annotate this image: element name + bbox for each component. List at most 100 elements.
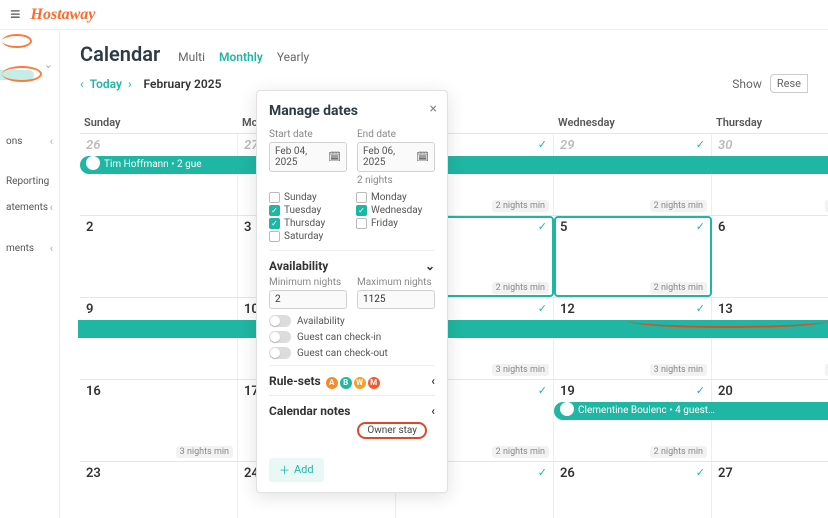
day-number: 16 — [86, 384, 231, 399]
checkbox-label: Tuesday — [284, 205, 321, 216]
toggle-row[interactable]: Guest can check-out — [269, 347, 435, 359]
calendar-cell[interactable]: 23 — [80, 462, 238, 518]
brand-logo: Hostaway — [31, 6, 96, 24]
rulesets-head[interactable]: Rule-sets ABWM ‹ — [269, 365, 435, 389]
left-nav: ⌄ ons‹ Reporting atements‹ ments‹ — [0, 30, 60, 518]
calendar-cell[interactable]: 2 — [80, 216, 238, 297]
day-number: 19 — [560, 384, 705, 399]
day-number: 6 — [718, 220, 828, 235]
calendar-cell[interactable]: 12✓3 nights min — [554, 298, 712, 379]
calendar-cell[interactable]: 26✓ — [554, 462, 712, 518]
nav-item[interactable]: ons‹ — [0, 131, 59, 152]
tab-monthly[interactable]: Monthly — [219, 50, 263, 64]
checkbox-icon — [356, 218, 367, 229]
hamburger-icon[interactable]: ≡ — [10, 4, 21, 25]
start-date-label: Start date — [269, 129, 347, 140]
toggle-label: Guest can check-in — [297, 332, 381, 343]
avatar — [560, 402, 574, 416]
min-nights-badge: 3 nights min — [650, 364, 707, 376]
max-nights-label: Maximum nights — [357, 277, 435, 288]
toggle-label: Availability — [297, 316, 345, 327]
calendar-cell[interactable]: 9 — [80, 298, 238, 379]
toggle-switch[interactable] — [269, 315, 291, 327]
calendar-cell[interactable]: 20✓2 night — [712, 380, 828, 461]
day-number: 27 — [718, 466, 828, 481]
calendar-cell[interactable]: 5✓ 2 nights min — [554, 216, 712, 297]
calendar-cell[interactable]: 26Tim Hoffmann • 2 gue — [80, 134, 238, 215]
end-date-label: End date — [357, 129, 435, 140]
calendar-cell[interactable]: 6✓2 night — [712, 216, 828, 297]
calendar-notes-head[interactable]: Calendar notes ‹ — [269, 395, 435, 418]
check-icon: ✓ — [696, 466, 705, 479]
checkbox-label: Saturday — [284, 231, 323, 242]
booking-bar[interactable]: Clementine Boulenc • 4 guest… — [554, 402, 828, 420]
calendar-cell[interactable]: 16 3 nights min — [80, 380, 238, 461]
rule-chip: M — [368, 377, 380, 389]
checkbox-label: Thursday — [284, 218, 325, 229]
chevron-left-icon[interactable]: ‹ — [80, 77, 84, 91]
day-checkbox[interactable]: Sunday — [269, 192, 348, 203]
checkbox-icon: ✓ — [269, 205, 280, 216]
day-checkbox[interactable]: Monday — [356, 192, 435, 203]
day-number: 2 — [86, 220, 231, 235]
min-nights-badge: 3 nights min — [176, 446, 233, 458]
toggle-row[interactable]: Guest can check-in — [269, 331, 435, 343]
day-number: 30 — [718, 138, 828, 153]
page-title: Calendar — [80, 42, 160, 66]
day-checkbox[interactable]: Saturday — [269, 231, 348, 242]
min-nights-badge: 2 nights min — [650, 446, 707, 458]
owner-stay-tag[interactable]: Owner stay — [357, 422, 427, 439]
day-number: 20 — [718, 384, 828, 399]
toggle-switch[interactable] — [269, 347, 291, 359]
today-link[interactable]: Today — [90, 77, 122, 91]
chevron-left-icon: ‹ — [431, 404, 435, 418]
close-icon[interactable]: × — [430, 101, 437, 117]
day-checkbox[interactable]: Friday — [356, 218, 435, 229]
day-checkbox[interactable]: ✓ Thursday — [269, 218, 348, 229]
day-number: 12 — [560, 302, 705, 317]
nav-item[interactable]: atements‹ — [0, 197, 59, 218]
start-date-input[interactable]: Feb 04, 2025🗓 — [269, 142, 347, 172]
chevron-right-icon[interactable]: › — [128, 77, 132, 91]
day-header: Thursday — [712, 116, 828, 129]
rule-chip: W — [354, 377, 366, 389]
add-button[interactable]: ＋ Add — [269, 458, 324, 482]
day-checkbox[interactable]: ✓ Tuesday — [269, 205, 348, 216]
calendar-cell[interactable]: 19✓2 nights minClementine Boulenc • 4 gu… — [554, 380, 712, 461]
checkbox-label: Friday — [371, 218, 398, 229]
min-nights-input[interactable]: 2 — [269, 290, 347, 309]
nav-item[interactable]: ments‹ — [0, 238, 59, 259]
checkbox-label: Monday — [371, 192, 407, 203]
calendar-cell[interactable]: 27✓ — [712, 462, 828, 518]
check-icon: ✓ — [696, 220, 705, 233]
booking-bar[interactable]: Tim Hoffmann • 2 gue — [80, 156, 828, 174]
availability-head[interactable]: Availability⌄ — [269, 250, 435, 273]
max-nights-input[interactable]: 1125 — [357, 290, 435, 309]
check-icon: ✓ — [538, 302, 547, 315]
checkbox-label: Sunday — [284, 192, 317, 203]
min-nights-label: Minimum nights — [269, 277, 347, 288]
day-number: 5 — [560, 220, 705, 235]
day-number: 23 — [86, 466, 231, 481]
toggle-row[interactable]: Availability — [269, 315, 435, 327]
day-number: 9 — [86, 302, 231, 317]
min-nights-badge: 2 nights min — [650, 282, 707, 294]
day-checkbox[interactable]: ✓Wednesday — [356, 205, 435, 216]
day-number: 26 — [86, 138, 231, 153]
chevron-left-icon: ‹ — [431, 374, 435, 388]
tab-multi[interactable]: Multi — [178, 50, 205, 64]
end-date-input[interactable]: Feb 06, 2025🗓 — [357, 142, 435, 172]
reset-button[interactable]: Rese — [770, 74, 808, 93]
nav-item[interactable]: Reporting — [0, 172, 59, 191]
day-header: Sunday — [80, 116, 238, 129]
tab-yearly[interactable]: Yearly — [277, 50, 309, 64]
avatar — [86, 156, 100, 170]
toggle-switch[interactable] — [269, 331, 291, 343]
calendar-cell[interactable]: 13✓3 nights — [712, 298, 828, 379]
calendar-cell[interactable]: 29✓2 nights min — [554, 134, 712, 215]
booking-bar[interactable] — [78, 320, 828, 338]
calendar-cell[interactable]: 30✓2 nights — [712, 134, 828, 215]
checkbox-icon: ✓ — [269, 218, 280, 229]
check-icon: ✓ — [538, 466, 547, 479]
check-icon: ✓ — [538, 220, 547, 233]
